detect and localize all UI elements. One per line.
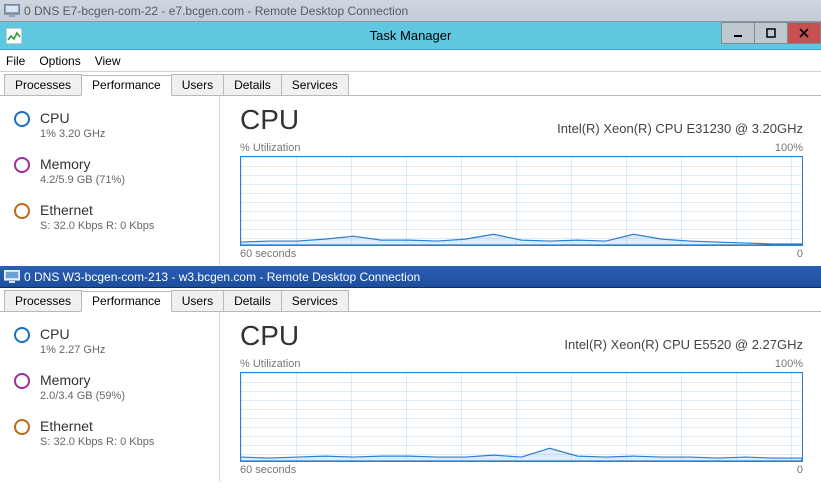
- sidebar-memory-title: Memory: [40, 156, 125, 172]
- chart-util-label: % Utilization: [240, 142, 301, 154]
- sidebar-item-cpu[interactable]: CPU 1% 2.27 GHz: [0, 320, 219, 366]
- sidebar-memory-sub: 4.2/5.9 GB (71%): [40, 174, 125, 186]
- window-buttons: [722, 22, 821, 49]
- tab-users[interactable]: Users: [171, 74, 224, 95]
- sidebar-ethernet-sub: S: 32.0 Kbps R: 0 Kbps: [40, 220, 154, 232]
- rdp-icon: [4, 270, 20, 284]
- tab-details[interactable]: Details: [223, 74, 282, 95]
- chart-zero-label: 0: [797, 464, 803, 476]
- tab-processes[interactable]: Processes: [4, 74, 82, 95]
- sidebar-memory-title: Memory: [40, 372, 125, 388]
- ethernet-ring-icon: [14, 419, 30, 435]
- sidebar-cpu-title: CPU: [40, 110, 105, 126]
- close-button[interactable]: [787, 22, 821, 44]
- tab-strip-1: Processes Performance Users Details Serv…: [0, 72, 821, 96]
- sidebar-ethernet-sub: S: 32.0 Kbps R: 0 Kbps: [40, 436, 154, 448]
- cpu-chart-1: [240, 156, 803, 246]
- task-manager-titlebar: Task Manager: [0, 22, 821, 50]
- rdp-title-text: 0 DNS W3-bcgen-com-213 - w3.bcgen.com - …: [24, 270, 420, 284]
- menu-file[interactable]: File: [6, 54, 25, 68]
- tab-processes[interactable]: Processes: [4, 290, 82, 311]
- tab-users[interactable]: Users: [171, 290, 224, 311]
- sidebar-item-ethernet[interactable]: Ethernet S: 32.0 Kbps R: 0 Kbps: [0, 196, 219, 242]
- menu-options[interactable]: Options: [39, 54, 80, 68]
- sidebar-ethernet-title: Ethernet: [40, 418, 154, 434]
- cpu-chart-2: [240, 372, 803, 462]
- panel-title: CPU: [240, 104, 299, 136]
- tab-performance[interactable]: Performance: [81, 75, 172, 96]
- sidebar-cpu-title: CPU: [40, 326, 105, 342]
- sidebar-1: CPU 1% 3.20 GHz Memory 4.2/5.9 GB (71%) …: [0, 96, 220, 266]
- tab-services[interactable]: Services: [281, 74, 349, 95]
- sidebar-2: CPU 1% 2.27 GHz Memory 2.0/3.4 GB (59%) …: [0, 312, 220, 482]
- sidebar-item-memory[interactable]: Memory 2.0/3.4 GB (59%): [0, 366, 219, 412]
- cpu-ring-icon: [14, 111, 30, 127]
- cpu-panel-1: CPU Intel(R) Xeon(R) CPU E31230 @ 3.20GH…: [220, 96, 821, 266]
- panel-subtitle: Intel(R) Xeon(R) CPU E31230 @ 3.20GHz: [557, 121, 803, 136]
- cpu-ring-icon: [14, 327, 30, 343]
- sidebar-cpu-sub: 1% 2.27 GHz: [40, 344, 105, 356]
- chart-time-label: 60 seconds: [240, 248, 296, 260]
- sidebar-item-cpu[interactable]: CPU 1% 3.20 GHz: [0, 104, 219, 150]
- menu-view[interactable]: View: [95, 54, 121, 68]
- chart-util-label: % Utilization: [240, 358, 301, 370]
- sidebar-ethernet-title: Ethernet: [40, 202, 154, 218]
- sidebar-cpu-sub: 1% 3.20 GHz: [40, 128, 105, 140]
- rdp-icon: [4, 4, 20, 18]
- panel-title: CPU: [240, 320, 299, 352]
- cpu-panel-2: CPU Intel(R) Xeon(R) CPU E5520 @ 2.27GHz…: [220, 312, 821, 482]
- chart-max-label: 100%: [775, 358, 803, 370]
- task-manager-title: Task Manager: [370, 28, 452, 43]
- panel-subtitle: Intel(R) Xeon(R) CPU E5520 @ 2.27GHz: [564, 337, 803, 352]
- chart-max-label: 100%: [775, 142, 803, 154]
- memory-ring-icon: [14, 157, 30, 173]
- sidebar-item-memory[interactable]: Memory 4.2/5.9 GB (71%): [0, 150, 219, 196]
- tab-performance[interactable]: Performance: [81, 291, 172, 312]
- minimize-button[interactable]: [721, 22, 755, 44]
- menu-bar: File Options View: [0, 50, 821, 72]
- tab-details[interactable]: Details: [223, 290, 282, 311]
- task-manager-body-1: CPU 1% 3.20 GHz Memory 4.2/5.9 GB (71%) …: [0, 96, 821, 266]
- tab-services[interactable]: Services: [281, 290, 349, 311]
- task-manager-icon: [6, 28, 22, 44]
- sidebar-item-ethernet[interactable]: Ethernet S: 32.0 Kbps R: 0 Kbps: [0, 412, 219, 458]
- task-manager-body-2: CPU 1% 2.27 GHz Memory 2.0/3.4 GB (59%) …: [0, 312, 821, 482]
- maximize-button[interactable]: [754, 22, 788, 44]
- rdp-title-text: 0 DNS E7-bcgen-com-22 - e7.bcgen.com - R…: [24, 4, 408, 18]
- rdp-title-bar-1: 0 DNS E7-bcgen-com-22 - e7.bcgen.com - R…: [0, 0, 821, 22]
- rdp-title-bar-2: 0 DNS W3-bcgen-com-213 - w3.bcgen.com - …: [0, 266, 821, 288]
- tab-strip-2: Processes Performance Users Details Serv…: [0, 288, 821, 312]
- memory-ring-icon: [14, 373, 30, 389]
- chart-time-label: 60 seconds: [240, 464, 296, 476]
- sidebar-memory-sub: 2.0/3.4 GB (59%): [40, 390, 125, 402]
- chart-zero-label: 0: [797, 248, 803, 260]
- ethernet-ring-icon: [14, 203, 30, 219]
